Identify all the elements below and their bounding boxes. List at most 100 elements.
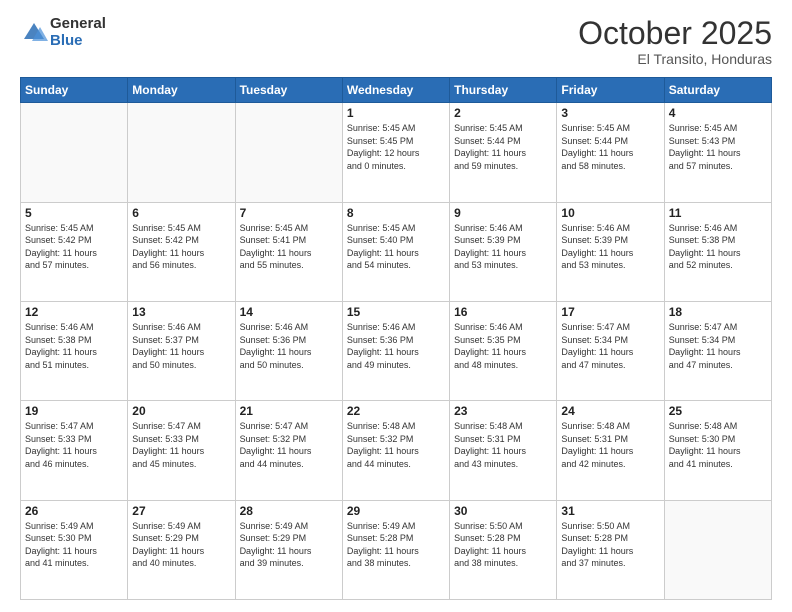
logo: General Blue — [20, 16, 106, 49]
day-number: 7 — [240, 206, 338, 220]
day-info: Sunrise: 5:48 AM Sunset: 5:30 PM Dayligh… — [669, 420, 767, 470]
day-number: 2 — [454, 106, 552, 120]
day-header-monday: Monday — [128, 78, 235, 103]
day-number: 28 — [240, 504, 338, 518]
day-info: Sunrise: 5:48 AM Sunset: 5:31 PM Dayligh… — [561, 420, 659, 470]
calendar-day-9: 9 Sunrise: 5:46 AM Sunset: 5:39 PM Daylig… — [450, 202, 557, 301]
day-info: Sunrise: 5:46 AM Sunset: 5:37 PM Dayligh… — [132, 321, 230, 371]
day-header-wednesday: Wednesday — [342, 78, 449, 103]
day-header-saturday: Saturday — [664, 78, 771, 103]
day-number: 24 — [561, 404, 659, 418]
calendar-day-14: 14Sunrise: 5:46 AM Sunset: 5:36 PM Dayli… — [235, 301, 342, 400]
calendar-day-21: 21 Sunrise: 5:47 AM Sunset: 5:32 PM Dayli… — [235, 401, 342, 500]
day-info: Sunrise: 5:46 AM Sunset: 5:39 PM Dayligh… — [561, 222, 659, 272]
day-info: Sunrise: 5:45 AM Sunset: 5:42 PM Dayligh… — [132, 222, 230, 272]
calendar-week-3: 19Sunrise: 5:47 AM Sunset: 5:33 PM Dayli… — [21, 401, 772, 500]
calendar-empty-cell — [21, 103, 128, 202]
day-number: 13 — [132, 305, 230, 319]
day-info: Sunrise: 5:48 AM Sunset: 5:31 PM Dayligh… — [454, 420, 552, 470]
day-info: Sunrise: 5:47 AM Sunset: 5:33 PM Dayligh… — [25, 420, 123, 470]
calendar-day-3: 3 Sunrise: 5:45 AM Sunset: 5:44 PM Daylig… — [557, 103, 664, 202]
day-info: Sunrise: 5:46 AM Sunset: 5:39 PM Dayligh… — [454, 222, 552, 272]
day-info: Sunrise: 5:49 AM Sunset: 5:28 PM Dayligh… — [347, 520, 445, 570]
page: General Blue October 2025 El Transito, H… — [0, 0, 792, 612]
calendar-day-30: 30 Sunrise: 5:50 AM Sunset: 5:28 PM Dayli… — [450, 500, 557, 599]
day-info: Sunrise: 5:49 AM Sunset: 5:30 PM Dayligh… — [25, 520, 123, 570]
day-number: 22 — [347, 404, 445, 418]
day-info: Sunrise: 5:50 AM Sunset: 5:28 PM Dayligh… — [561, 520, 659, 570]
calendar-day-4: 4 Sunrise: 5:45 AM Sunset: 5:43 PM Daylig… — [664, 103, 771, 202]
day-number: 10 — [561, 206, 659, 220]
day-info: Sunrise: 5:45 AM Sunset: 5:40 PM Dayligh… — [347, 222, 445, 272]
calendar-day-2: 2Sunrise: 5:45 AM Sunset: 5:44 PM Daylig… — [450, 103, 557, 202]
day-number: 29 — [347, 504, 445, 518]
day-number: 4 — [669, 106, 767, 120]
day-number: 20 — [132, 404, 230, 418]
day-info: Sunrise: 5:47 AM Sunset: 5:34 PM Dayligh… — [561, 321, 659, 371]
calendar-day-6: 6Sunrise: 5:45 AM Sunset: 5:42 PM Daylig… — [128, 202, 235, 301]
calendar-day-18: 18 Sunrise: 5:47 AM Sunset: 5:34 PM Dayli… — [664, 301, 771, 400]
calendar-week-4: 26 Sunrise: 5:49 AM Sunset: 5:30 PM Dayli… — [21, 500, 772, 599]
calendar-day-23: 23 Sunrise: 5:48 AM Sunset: 5:31 PM Dayli… — [450, 401, 557, 500]
day-info: Sunrise: 5:46 AM Sunset: 5:38 PM Dayligh… — [669, 222, 767, 272]
calendar-day-5: 5 Sunrise: 5:45 AM Sunset: 5:42 PM Daylig… — [21, 202, 128, 301]
day-number: 18 — [669, 305, 767, 319]
calendar-day-29: 29 Sunrise: 5:49 AM Sunset: 5:28 PM Dayli… — [342, 500, 449, 599]
day-number: 12 — [25, 305, 123, 319]
day-info: Sunrise: 5:49 AM Sunset: 5:29 PM Dayligh… — [240, 520, 338, 570]
calendar-day-8: 8 Sunrise: 5:45 AM Sunset: 5:40 PM Daylig… — [342, 202, 449, 301]
calendar-table: SundayMondayTuesdayWednesdayThursdayFrid… — [20, 77, 772, 600]
calendar-header-row: SundayMondayTuesdayWednesdayThursdayFrid… — [21, 78, 772, 103]
day-number: 15 — [347, 305, 445, 319]
day-info: Sunrise: 5:45 AM Sunset: 5:43 PM Dayligh… — [669, 122, 767, 172]
logo-text: General Blue — [50, 16, 106, 49]
logo-blue: Blue — [50, 33, 106, 50]
day-info: Sunrise: 5:47 AM Sunset: 5:34 PM Dayligh… — [669, 321, 767, 371]
day-header-thursday: Thursday — [450, 78, 557, 103]
header: General Blue October 2025 El Transito, H… — [20, 16, 772, 67]
calendar-day-12: 12 Sunrise: 5:46 AM Sunset: 5:38 PM Dayli… — [21, 301, 128, 400]
logo-general: General — [50, 16, 106, 33]
day-info: Sunrise: 5:45 AM Sunset: 5:42 PM Dayligh… — [25, 222, 123, 272]
day-number: 30 — [454, 504, 552, 518]
calendar-day-11: 11Sunrise: 5:46 AM Sunset: 5:38 PM Dayli… — [664, 202, 771, 301]
calendar-day-31: 31 Sunrise: 5:50 AM Sunset: 5:28 PM Dayli… — [557, 500, 664, 599]
day-info: Sunrise: 5:46 AM Sunset: 5:35 PM Dayligh… — [454, 321, 552, 371]
day-number: 31 — [561, 504, 659, 518]
calendar-week-0: 1Sunrise: 5:45 AM Sunset: 5:45 PM Daylig… — [21, 103, 772, 202]
calendar-day-13: 13 Sunrise: 5:46 AM Sunset: 5:37 PM Dayli… — [128, 301, 235, 400]
calendar-empty-cell — [128, 103, 235, 202]
logo-icon — [20, 19, 48, 47]
calendar-day-20: 20Sunrise: 5:47 AM Sunset: 5:33 PM Dayli… — [128, 401, 235, 500]
calendar-day-15: 15 Sunrise: 5:46 AM Sunset: 5:36 PM Dayli… — [342, 301, 449, 400]
calendar-day-22: 22Sunrise: 5:48 AM Sunset: 5:32 PM Dayli… — [342, 401, 449, 500]
calendar-day-28: 28 Sunrise: 5:49 AM Sunset: 5:29 PM Dayli… — [235, 500, 342, 599]
title-block: October 2025 El Transito, Honduras — [578, 16, 772, 67]
day-number: 9 — [454, 206, 552, 220]
day-info: Sunrise: 5:47 AM Sunset: 5:32 PM Dayligh… — [240, 420, 338, 470]
calendar-day-27: 27Sunrise: 5:49 AM Sunset: 5:29 PM Dayli… — [128, 500, 235, 599]
day-number: 23 — [454, 404, 552, 418]
day-number: 3 — [561, 106, 659, 120]
day-number: 17 — [561, 305, 659, 319]
calendar-week-2: 12 Sunrise: 5:46 AM Sunset: 5:38 PM Dayli… — [21, 301, 772, 400]
day-number: 5 — [25, 206, 123, 220]
day-info: Sunrise: 5:46 AM Sunset: 5:36 PM Dayligh… — [347, 321, 445, 371]
day-number: 21 — [240, 404, 338, 418]
day-info: Sunrise: 5:45 AM Sunset: 5:44 PM Dayligh… — [561, 122, 659, 172]
calendar-day-17: 17 Sunrise: 5:47 AM Sunset: 5:34 PM Dayli… — [557, 301, 664, 400]
calendar-day-16: 16 Sunrise: 5:46 AM Sunset: 5:35 PM Dayli… — [450, 301, 557, 400]
calendar-day-19: 19Sunrise: 5:47 AM Sunset: 5:33 PM Dayli… — [21, 401, 128, 500]
day-info: Sunrise: 5:46 AM Sunset: 5:38 PM Dayligh… — [25, 321, 123, 371]
calendar-day-26: 26 Sunrise: 5:49 AM Sunset: 5:30 PM Dayli… — [21, 500, 128, 599]
day-number: 16 — [454, 305, 552, 319]
day-number: 14 — [240, 305, 338, 319]
day-number: 8 — [347, 206, 445, 220]
day-info: Sunrise: 5:45 AM Sunset: 5:41 PM Dayligh… — [240, 222, 338, 272]
calendar-empty-cell — [664, 500, 771, 599]
day-info: Sunrise: 5:45 AM Sunset: 5:45 PM Dayligh… — [347, 122, 445, 172]
day-info: Sunrise: 5:49 AM Sunset: 5:29 PM Dayligh… — [132, 520, 230, 570]
day-info: Sunrise: 5:50 AM Sunset: 5:28 PM Dayligh… — [454, 520, 552, 570]
calendar-day-25: 25Sunrise: 5:48 AM Sunset: 5:30 PM Dayli… — [664, 401, 771, 500]
day-number: 26 — [25, 504, 123, 518]
